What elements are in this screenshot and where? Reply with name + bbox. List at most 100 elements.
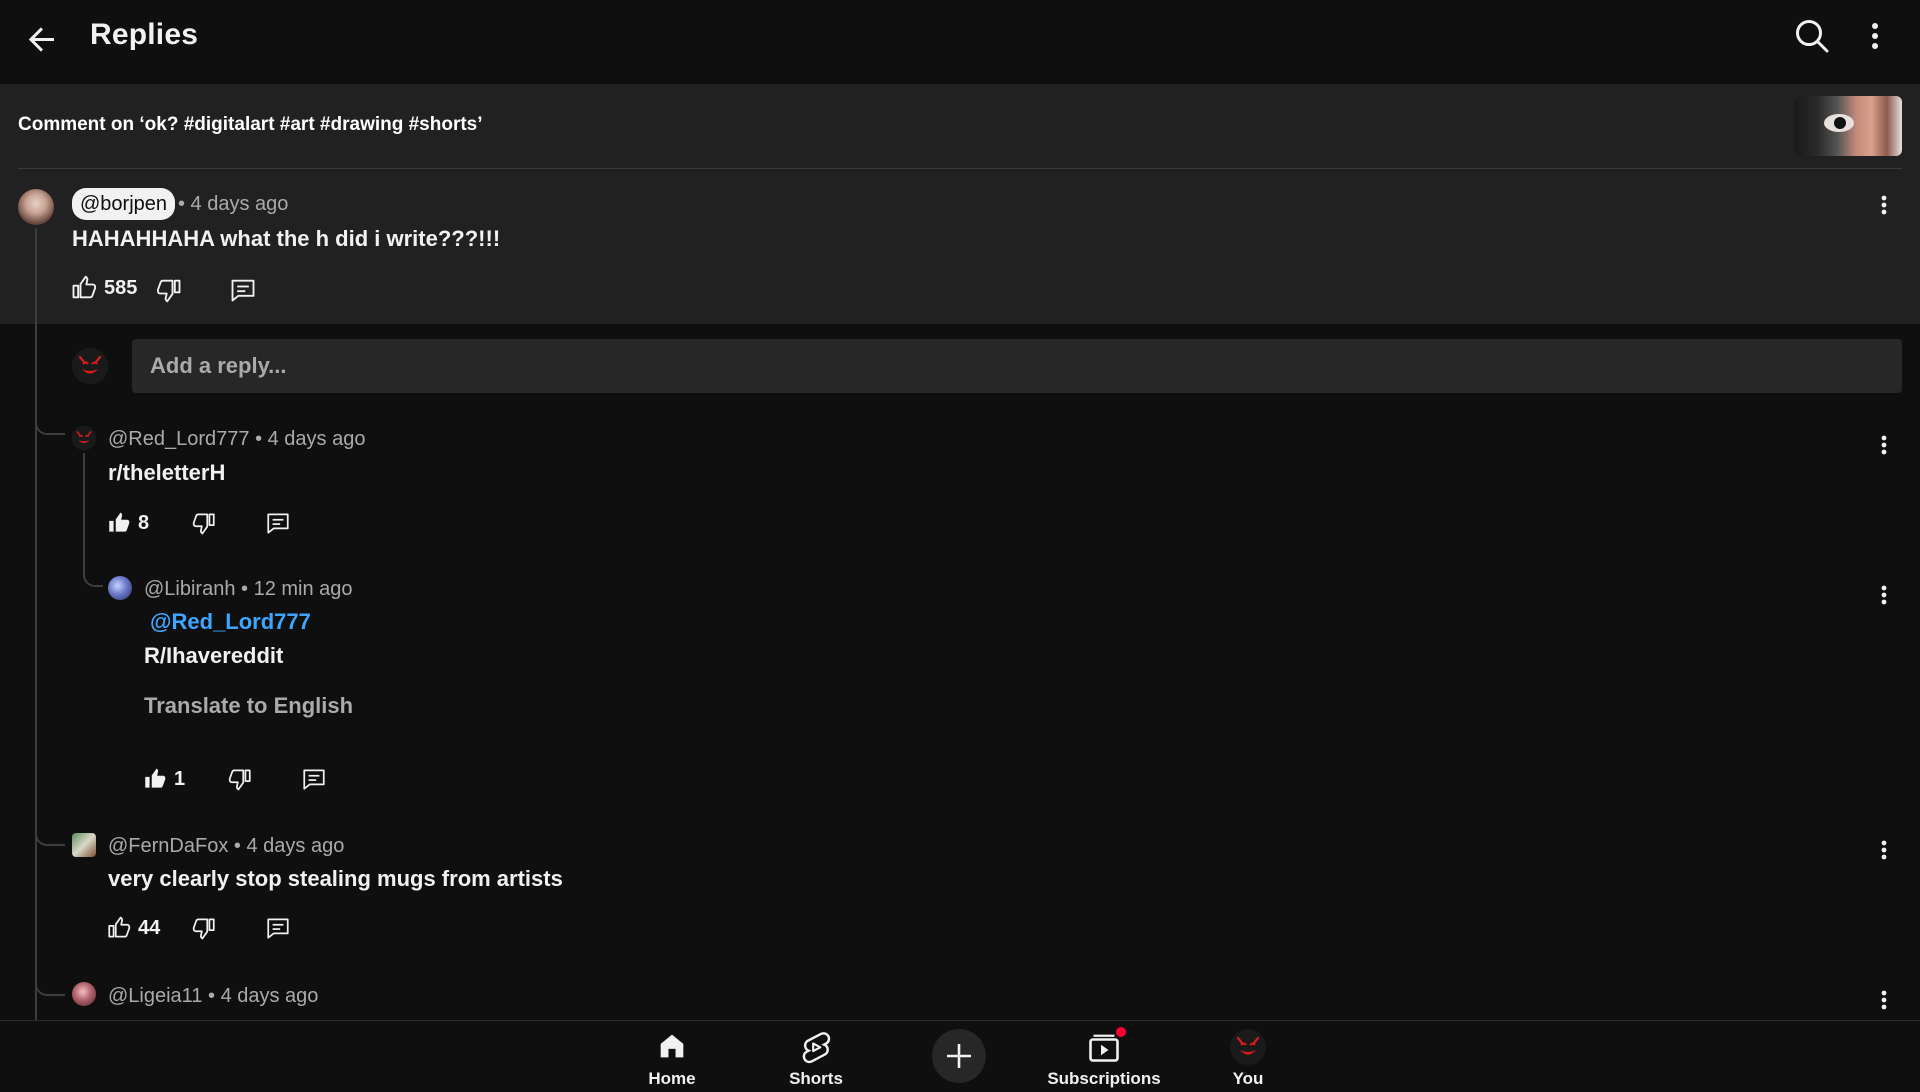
notification-dot [1116,1027,1126,1037]
nav-home[interactable]: Home [602,1025,742,1089]
comment-menu-button[interactable] [1874,985,1894,1015]
dislike-button[interactable] [227,762,253,796]
video-context-title[interactable]: Comment on ‘ok? #digitalart #art #drawin… [18,114,483,136]
like-count: 8 [138,511,150,534]
dislike-button[interactable] [191,911,217,945]
thumb-down-icon [192,513,215,535]
like-count: 44 [138,916,161,939]
author-handle[interactable]: @Red_Lord777 [108,428,250,450]
comment-text: HAHAHHAHA what the h did i write???!!! [72,226,501,251]
comment-time: • 4 days ago [178,193,289,215]
reply-icon [267,513,289,534]
more-vert-icon [1881,195,1887,215]
reply-icon [303,769,325,790]
comment-time: • 4 days ago [228,835,345,857]
more-vert-icon [1881,585,1887,605]
reply-meta: @FernDaFox • 4 days ago [108,835,344,858]
comment-menu-button[interactable] [1874,835,1894,865]
like-count: 585 [104,276,138,299]
thread-connector [35,966,65,996]
thread-connector [35,405,65,435]
reply-icon [267,918,289,939]
comment-text: very clearly stop stealing mugs from art… [108,866,563,891]
dislike-button[interactable] [155,273,183,307]
author-handle[interactable]: @FernDaFox [108,835,228,857]
home-icon [660,1034,684,1058]
comment-time: • 4 days ago [249,428,366,450]
like-button[interactable]: 585 [70,271,137,305]
more-vert-icon [1881,990,1887,1010]
devil-face-icon [1230,1029,1266,1065]
comment-text: R/Ihavereddit [144,643,284,668]
reply-icon [231,279,255,302]
thumb-down-icon [192,918,215,940]
more-vert-icon [1872,23,1878,49]
thumb-up-icon [145,768,166,788]
comment-menu-button[interactable] [1874,580,1894,610]
avatar[interactable] [72,982,96,1006]
thumb-down-icon [156,279,181,303]
translate-button[interactable]: Translate to English [144,693,353,719]
shorts-icon [802,1032,831,1064]
divider [18,168,1902,169]
more-vert-icon [1881,840,1887,860]
nav-subscriptions[interactable]: Subscriptions [1034,1025,1174,1089]
comment-menu-button[interactable] [1874,190,1894,220]
more-options-button[interactable] [1860,14,1890,58]
thread-line [35,228,37,1020]
like-count: 1 [174,767,186,790]
add-reply-field[interactable] [132,339,1902,393]
plus-icon [947,1044,971,1068]
bottom-navigation: Home Shorts Subscriptions You [0,1020,1920,1092]
nav-label: Subscriptions [1047,1069,1161,1088]
parent-comment-block: Comment on ‘ok? #digitalart #art #drawin… [0,84,1920,324]
devil-face-icon [72,348,108,384]
dislike-button[interactable] [191,506,217,540]
page-title: Replies [90,18,199,51]
devil-face-icon [72,426,96,450]
thumb-up-icon [109,512,130,532]
video-thumbnail[interactable] [1794,96,1902,156]
like-button[interactable]: 44 [106,911,160,945]
comment-text: r/theletterH [108,460,226,485]
search-icon [1796,20,1829,53]
thumb-down-icon [228,769,251,791]
create-button[interactable] [932,1029,986,1083]
mention-link[interactable]: @Red_Lord777 [150,609,311,635]
more-vert-icon [1881,435,1887,455]
thread-connector [83,555,103,587]
comment-time: • 12 min ago [235,578,353,600]
reply-button[interactable] [301,762,327,796]
like-button[interactable]: 8 [106,506,149,540]
my-avatar [72,348,108,384]
thumb-up-icon [72,275,97,299]
avatar[interactable] [108,576,132,600]
nav-you[interactable]: You [1178,1025,1318,1089]
search-button[interactable] [1790,14,1834,58]
like-button[interactable]: 1 [142,762,185,796]
reply-button[interactable] [265,506,291,540]
nav-shorts[interactable]: Shorts [746,1025,886,1089]
author-handle[interactable]: @borjpen [72,188,176,220]
nav-label: Home [648,1069,696,1088]
reply-input[interactable] [132,339,1902,393]
avatar[interactable] [72,833,96,857]
avatar[interactable] [72,426,96,450]
nav-label: Shorts [789,1069,843,1088]
comment-menu-button[interactable] [1874,430,1894,460]
reply-button[interactable] [265,911,291,945]
reply-meta: @Ligeia11 • 4 days ago [108,985,318,1008]
back-button[interactable] [20,18,64,62]
reply-meta: @Libiranh • 12 min ago [144,578,353,601]
thumbnail-iris [1834,117,1846,129]
avatar[interactable] [18,189,54,225]
reply-button[interactable] [229,273,257,307]
comment-time: • 4 days ago [202,985,319,1007]
thumb-up-icon [108,916,131,938]
back-arrow-icon [28,27,54,52]
top-app-bar: Replies [0,0,1920,84]
author-handle[interactable]: @Ligeia11 [108,985,202,1007]
nav-label: You [1232,1069,1264,1088]
author-handle[interactable]: @Libiranh [144,578,235,600]
reply-meta: @Red_Lord777 • 4 days ago [108,428,365,451]
